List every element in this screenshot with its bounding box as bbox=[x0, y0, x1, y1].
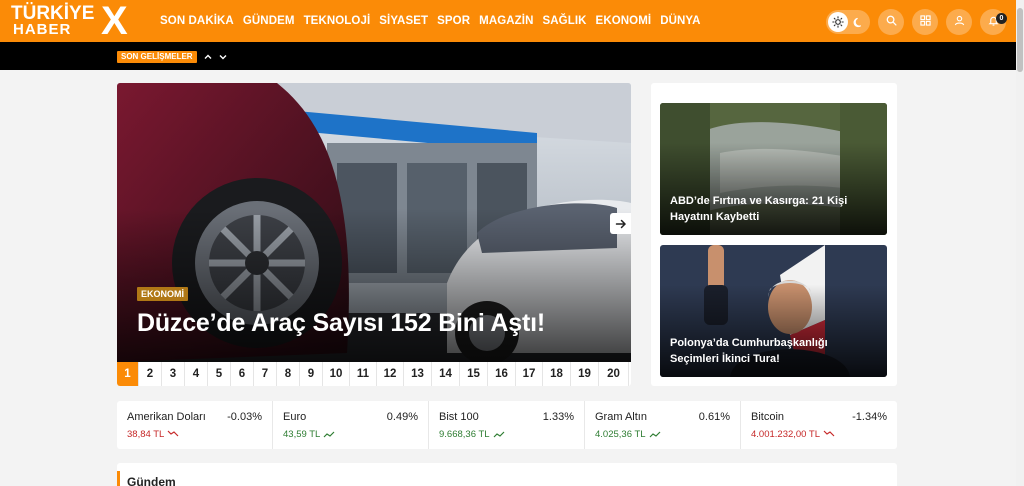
market-value: 4.001.232,00 TL bbox=[751, 429, 835, 440]
market-name: Gram Altın bbox=[595, 411, 647, 423]
header-tools: 0 bbox=[826, 9, 1007, 35]
section-accent-bar bbox=[117, 471, 120, 486]
page-15-button[interactable]: 15 bbox=[460, 362, 488, 386]
page-3-button[interactable]: 3 bbox=[162, 362, 185, 386]
market-change: -1.34% bbox=[852, 411, 887, 423]
market-change: 0.61% bbox=[698, 411, 730, 423]
side-news-panel: ABD’de Fırtına ve Kasırga: 21 Kişi Hayat… bbox=[651, 83, 897, 386]
trend-down-icon bbox=[167, 431, 179, 437]
side-news-card[interactable]: ABD’de Fırtına ve Kasırga: 21 Kişi Hayat… bbox=[660, 103, 887, 235]
notification-count-badge: 0 bbox=[996, 13, 1007, 24]
ticker-next-button[interactable] bbox=[217, 51, 229, 63]
page-7-button[interactable]: 7 bbox=[254, 362, 277, 386]
nav-gundem[interactable]: GÜNDEM bbox=[243, 15, 295, 27]
nav-spor[interactable]: SPOR bbox=[437, 15, 470, 27]
market-change: -0.03% bbox=[227, 411, 262, 423]
search-icon bbox=[886, 13, 897, 31]
moon-icon bbox=[849, 13, 867, 31]
market-name: Bitcoin bbox=[751, 411, 785, 423]
market-name: Bist 100 bbox=[439, 411, 479, 423]
page-12-button[interactable]: 12 bbox=[377, 362, 404, 386]
market-value-text: 38,84 TL bbox=[127, 429, 165, 440]
page-14-button[interactable]: 14 bbox=[432, 362, 460, 386]
sun-icon bbox=[828, 12, 848, 32]
user-button[interactable] bbox=[946, 9, 972, 35]
market-item-usd[interactable]: Amerikan Doları -0.03% 38,84 TL bbox=[117, 401, 273, 449]
trend-down-icon bbox=[823, 431, 835, 437]
side-news-title: ABD’de Fırtına ve Kasırga: 21 Kişi Hayat… bbox=[670, 195, 848, 223]
market-item-gram-altin[interactable]: Gram Altın 0.61% 4.025,36 TL bbox=[585, 401, 741, 449]
market-name: Amerikan Doları bbox=[127, 411, 206, 423]
page-16-button[interactable]: 16 bbox=[488, 362, 516, 386]
nav-siyaset[interactable]: SİYASET bbox=[379, 15, 428, 27]
page-17-button[interactable]: 17 bbox=[516, 362, 543, 386]
market-value-text: 9.668,36 TL bbox=[439, 429, 490, 440]
market-item-bitcoin[interactable]: Bitcoin -1.34% 4.001.232,00 TL bbox=[741, 401, 897, 449]
nav-magazin[interactable]: MAGAZİN bbox=[479, 15, 533, 27]
page-4-button[interactable]: 4 bbox=[185, 362, 208, 386]
nav-son-dakika[interactable]: SON DAKİKA bbox=[160, 15, 234, 27]
market-change: 0.49% bbox=[386, 411, 418, 423]
market-value-text: 4.025,36 TL bbox=[595, 429, 646, 440]
ticker-label: SON GELİŞMELER bbox=[117, 51, 197, 63]
page-18-button[interactable]: 18 bbox=[543, 362, 571, 386]
slider-pagination: 1 2 3 4 5 6 7 8 9 10 11 12 13 14 15 16 17 18 19 20 bbox=[117, 362, 631, 386]
nav-teknoloji[interactable]: TEKNOLOJİ bbox=[304, 15, 371, 27]
chevron-down-icon bbox=[219, 55, 227, 60]
page-6-button[interactable]: 6 bbox=[231, 362, 254, 386]
market-value: 9.668,36 TL bbox=[439, 429, 505, 440]
gundem-section: Gündem bbox=[117, 463, 897, 486]
site-logo[interactable]: TÜRKİYE HABER X bbox=[11, 0, 133, 43]
section-title: Gündem bbox=[127, 475, 176, 486]
site-header: TÜRKİYE HABER X SON DAKİKA GÜNDEM TEKNOL… bbox=[0, 0, 1016, 42]
market-rates: Amerikan Doları -0.03% 38,84 TL Euro 0.4… bbox=[117, 401, 897, 449]
headline-category-badge[interactable]: EKONOMİ bbox=[137, 287, 189, 301]
notifications-button[interactable]: 0 bbox=[980, 9, 1007, 35]
side-news-card[interactable]: Polonya’da Cumhurbaşkanlığı Seçimleri İk… bbox=[660, 245, 887, 377]
theme-toggle[interactable] bbox=[826, 10, 870, 34]
headline-slider: EKONOMİ Düzce’de Araç Sayısı 152 Bini Aş… bbox=[117, 83, 631, 386]
nav-ekonomi[interactable]: EKONOMİ bbox=[596, 15, 652, 27]
market-value: 43,59 TL bbox=[283, 429, 335, 440]
page-2-button[interactable]: 2 bbox=[139, 362, 162, 386]
market-value-text: 43,59 TL bbox=[283, 429, 321, 440]
search-button[interactable] bbox=[878, 9, 904, 35]
menu-grid-button[interactable] bbox=[912, 9, 938, 35]
page-8-button[interactable]: 8 bbox=[277, 362, 300, 386]
logo-line2: HABER bbox=[13, 21, 72, 38]
logo-mark: X bbox=[101, 0, 128, 43]
page-13-button[interactable]: 13 bbox=[404, 362, 432, 386]
page-5-button[interactable]: 5 bbox=[208, 362, 231, 386]
market-name: Euro bbox=[283, 411, 307, 423]
page-9-button[interactable]: 9 bbox=[300, 362, 323, 386]
market-change: 1.33% bbox=[542, 411, 574, 423]
arrow-right-icon bbox=[615, 219, 626, 228]
headline-title[interactable]: Düzce’de Araç Sayısı 152 Bini Aştı! bbox=[137, 309, 545, 338]
main-nav: SON DAKİKA GÜNDEM TEKNOLOJİ SİYASET SPOR… bbox=[160, 0, 701, 42]
page-1-button[interactable]: 1 bbox=[117, 362, 139, 386]
page-11-button[interactable]: 11 bbox=[350, 362, 377, 386]
page-20-button[interactable]: 20 bbox=[599, 362, 629, 386]
page-scrollbar[interactable] bbox=[1016, 0, 1024, 486]
market-value-text: 4.001.232,00 TL bbox=[751, 429, 821, 440]
market-item-euro[interactable]: Euro 0.49% 43,59 TL bbox=[273, 401, 429, 449]
market-value: 38,84 TL bbox=[127, 429, 179, 440]
chevron-up-icon bbox=[204, 54, 212, 59]
page-19-button[interactable]: 19 bbox=[571, 362, 599, 386]
market-value: 4.025,36 TL bbox=[595, 429, 661, 440]
market-item-bist100[interactable]: Bist 100 1.33% 9.668,36 TL bbox=[429, 401, 585, 449]
slider-next-button[interactable] bbox=[610, 213, 631, 234]
scrollbar-thumb[interactable] bbox=[1017, 8, 1023, 72]
ticker-prev-button[interactable] bbox=[202, 51, 214, 63]
page-10-button[interactable]: 10 bbox=[323, 362, 350, 386]
side-news-title: Polonya’da Cumhurbaşkanlığı Seçimleri İk… bbox=[670, 337, 828, 365]
trend-up-icon bbox=[323, 432, 335, 438]
user-icon bbox=[954, 13, 965, 31]
grid-icon bbox=[919, 13, 931, 31]
trend-up-icon bbox=[649, 432, 660, 438]
nav-saglik[interactable]: SAĞLIK bbox=[543, 15, 587, 27]
trend-up-icon bbox=[493, 432, 504, 438]
nav-dunya[interactable]: DÜNYA bbox=[660, 15, 700, 27]
breaking-news-ticker: SON GELİŞMELER bbox=[0, 42, 1016, 70]
